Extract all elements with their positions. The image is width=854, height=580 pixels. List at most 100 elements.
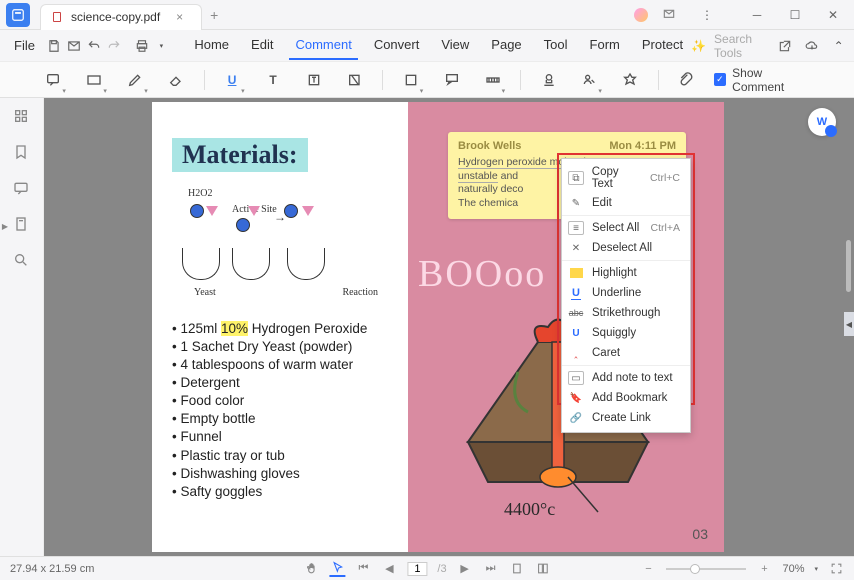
ctx-highlight[interactable]: Highlight (562, 263, 690, 283)
measure-tool[interactable] (479, 66, 506, 94)
search-tools-input[interactable]: Search Tools (714, 32, 768, 60)
menu-tab-form[interactable]: Form (584, 31, 626, 60)
text-insert-tool[interactable] (301, 66, 328, 94)
menu-tab-tool[interactable]: Tool (538, 31, 574, 60)
close-window-button[interactable]: ✕ (816, 1, 850, 29)
menu-tab-comment[interactable]: Comment (289, 31, 357, 60)
collapse-ribbon-icon[interactable]: ⌃ (829, 34, 848, 58)
main-area: ▶ Materials: H2O2 Active Site Yeast Reac… (0, 98, 854, 556)
ctx-select-all[interactable]: ≡Select AllCtrl+A (562, 218, 690, 238)
left-collapse-handle[interactable]: ▶ (0, 214, 10, 238)
ctx-squiggly[interactable]: USquiggly (562, 323, 690, 343)
signature-tool[interactable] (576, 66, 603, 94)
comments-panel-icon[interactable] (13, 180, 31, 198)
zoom-level: 70% (782, 563, 804, 575)
minimize-button[interactable]: ─ (740, 1, 774, 29)
list-item: 4 tablespoons of warm water (172, 356, 388, 374)
boo-text: BOOoo (418, 252, 546, 296)
right-collapse-handle[interactable]: ◀ (844, 312, 854, 336)
list-item: Detergent (172, 374, 388, 392)
text-tool[interactable]: T (260, 66, 287, 94)
fit-width-icon[interactable] (509, 561, 525, 577)
pencil-tool[interactable] (122, 66, 149, 94)
list-item: Plastic tray or tub (172, 447, 388, 465)
list-item: Funnel (172, 428, 388, 446)
stamp2-tool[interactable] (617, 66, 644, 94)
zoom-in-icon[interactable]: + (756, 561, 772, 577)
statusbar: 27.94 x 21.59 cm ⏮ ◀ /3 ▶ ⏭ − + 70% ▾ (0, 556, 854, 580)
menu-tab-home[interactable]: Home (188, 31, 235, 60)
mail-icon[interactable] (65, 34, 83, 58)
stamp-tool[interactable] (535, 66, 562, 94)
maximize-button[interactable]: ☐ (778, 1, 812, 29)
cloud-icon[interactable] (803, 34, 822, 58)
show-comment-toggle[interactable]: ✓ Show Comment (714, 66, 814, 94)
last-page-icon[interactable]: ⏭ (483, 561, 499, 577)
ctx-caret[interactable]: ‸Caret (562, 343, 690, 363)
list-item: Food color (172, 392, 388, 410)
ctx-strikethrough[interactable]: abcStrikethrough (562, 303, 690, 323)
vertical-scrollbar[interactable] (846, 240, 851, 292)
hand-tool-icon[interactable] (303, 561, 319, 577)
ctx-add-bookmark[interactable]: 🔖Add Bookmark (562, 388, 690, 408)
word-export-badge[interactable]: W (808, 108, 836, 136)
menu-tab-view[interactable]: View (435, 31, 475, 60)
search-panel-icon[interactable] (13, 252, 31, 270)
attachments-panel-icon[interactable] (13, 216, 31, 234)
page-dimensions: 27.94 x 21.59 cm (10, 563, 94, 575)
first-page-icon[interactable]: ⏮ (355, 561, 371, 577)
next-page-icon[interactable]: ▶ (457, 561, 473, 577)
textbox-tool[interactable] (81, 66, 108, 94)
fullscreen-icon[interactable] (828, 561, 844, 577)
titlebar: science-copy.pdf × + ⋮ ─ ☐ ✕ (0, 0, 854, 30)
ctx-edit[interactable]: ✎Edit (562, 193, 690, 213)
ctx-add-note-to-text[interactable]: ▭Add note to text (562, 368, 690, 388)
note-timestamp: Mon 4:11 PM (609, 140, 676, 152)
materials-heading: Materials: (172, 138, 308, 172)
list-item: 125ml 10% Hydrogen Peroxide (172, 320, 388, 338)
shape-tool[interactable] (397, 66, 424, 94)
temperature-label: 4400°c (504, 499, 555, 520)
text-context-menu: ⧉Copy TextCtrl+C✎Edit ≡Select AllCtrl+A✕D… (561, 158, 691, 433)
text-replace-tool[interactable] (341, 66, 368, 94)
menu-tab-edit[interactable]: Edit (245, 31, 279, 60)
left-sidebar (0, 98, 44, 556)
menu-tab-protect[interactable]: Protect (636, 31, 689, 60)
note-tool[interactable] (40, 66, 67, 94)
redo-icon[interactable] (105, 34, 123, 58)
ctx-deselect-all[interactable]: ✕Deselect All (562, 238, 690, 258)
print-dd-icon[interactable]: ▾ (152, 34, 170, 58)
menu-tab-convert[interactable]: Convert (368, 31, 426, 60)
eraser-tool[interactable] (163, 66, 190, 94)
prev-page-icon[interactable]: ◀ (381, 561, 397, 577)
document-viewport[interactable]: Materials: H2O2 Active Site Yeast Reacti… (44, 98, 854, 556)
note-author: Brook Wells (458, 140, 521, 152)
ctx-underline[interactable]: UUnderline (562, 283, 690, 303)
ctx-create-link[interactable]: 🔗Create Link (562, 408, 690, 428)
save-icon[interactable] (45, 34, 63, 58)
page-number-input[interactable] (407, 562, 427, 576)
more-icon[interactable]: ⋮ (690, 1, 724, 29)
share-icon[interactable] (776, 34, 795, 58)
zoom-out-icon[interactable]: − (640, 561, 656, 577)
select-tool-icon[interactable] (329, 561, 345, 577)
bookmarks-icon[interactable] (13, 144, 31, 162)
menu-tab-page[interactable]: Page (485, 31, 527, 60)
list-item: Empty bottle (172, 410, 388, 428)
file-menu[interactable]: File (6, 38, 43, 53)
list-item: 1 Sachet Dry Yeast (powder) (172, 338, 388, 356)
attach-tool[interactable] (673, 66, 700, 94)
notifications-icon[interactable] (652, 1, 686, 29)
account-icon[interactable] (634, 8, 648, 22)
undo-icon[interactable] (85, 34, 103, 58)
fit-page-icon[interactable] (535, 561, 551, 577)
thumbnails-icon[interactable] (13, 108, 31, 126)
callout-tool[interactable] (438, 66, 465, 94)
comment-toolbar: U T ✓ Show Comment (0, 62, 854, 98)
document-tab[interactable]: science-copy.pdf × (40, 4, 202, 30)
close-tab-icon[interactable]: × (176, 10, 183, 24)
print-icon[interactable] (133, 34, 151, 58)
underline-tool[interactable]: U (219, 66, 246, 94)
ctx-copy-text[interactable]: ⧉Copy TextCtrl+C (562, 163, 690, 193)
new-tab-button[interactable]: + (210, 7, 218, 23)
